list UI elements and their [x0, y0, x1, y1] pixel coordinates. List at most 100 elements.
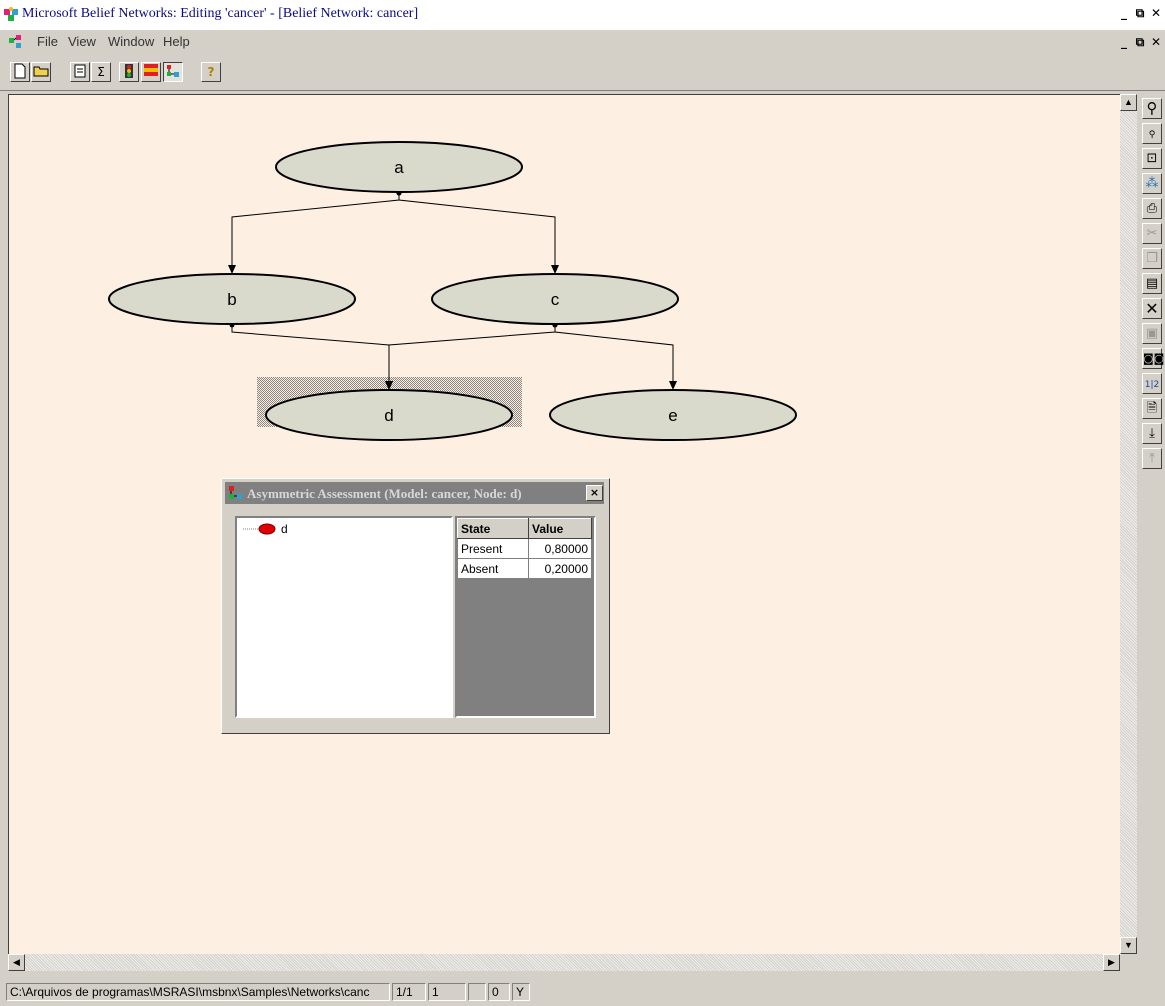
doc-close-button[interactable]: ✕ [1149, 35, 1163, 49]
network-view-icon [167, 65, 179, 77]
node-properties-button[interactable]: 🗎 [1142, 398, 1162, 419]
doc-minimize-button[interactable]: _ [1117, 35, 1131, 49]
tree-connector [243, 523, 276, 535]
find-button[interactable]: ◙◙ [1142, 348, 1165, 369]
zoom-fit-button[interactable]: ⊡ [1142, 148, 1162, 169]
doc-restore-button[interactable]: ⧉ [1133, 35, 1147, 49]
tree-item-d[interactable]: d [281, 522, 288, 536]
cut-button[interactable]: ✂ [1142, 223, 1162, 244]
value-cell[interactable]: 0,80000 [528, 538, 592, 559]
zoom-out-icon: ⚲ [1148, 130, 1156, 140]
scroll-right-button[interactable]: ▶ [1103, 954, 1120, 971]
close-button[interactable]: ✕ [1149, 6, 1163, 20]
state-cell: Present [457, 538, 529, 559]
node-b-label: b [227, 290, 236, 309]
scroll-left-button[interactable]: ◀ [8, 954, 25, 971]
copy-icon: ❐ [1146, 251, 1158, 266]
sigma-button[interactable]: Σ [91, 62, 111, 82]
node-c[interactable]: c [431, 273, 679, 325]
zoom-fit-icon: ⊡ [1146, 151, 1158, 166]
node-e-label: e [668, 406, 677, 425]
copy-button[interactable]: ❐ [1142, 248, 1162, 269]
open-button[interactable] [31, 62, 51, 82]
print-icon: ⎙ [1146, 201, 1158, 216]
state-cell: Absent [457, 558, 529, 579]
node-c-label: c [551, 290, 560, 309]
new-file-button[interactable] [10, 62, 30, 82]
status-field-3 [468, 983, 486, 1001]
dialog-title-bar[interactable]: Asymmetric Assessment (Model: cancer, No… [225, 482, 604, 504]
paste-icon: ▤ [1145, 276, 1159, 291]
node-tree[interactable]: d [235, 516, 453, 718]
node-d-icon [258, 523, 276, 535]
node-b[interactable]: b [108, 273, 356, 325]
table-row: Present 0,80000 [457, 538, 592, 559]
save-button[interactable]: ▣ [1142, 323, 1162, 344]
toolbar: Σ ? [0, 54, 1165, 91]
help-icon: ? [207, 65, 215, 79]
save-icon: ▣ [1145, 326, 1159, 341]
network-view-button[interactable] [163, 62, 183, 82]
arrow-down-bar-icon: ⤓ [1149, 426, 1155, 441]
edge-c-e[interactable] [552, 322, 678, 391]
network-canvas[interactable]: a b c d e Asymmetric Assessment (Model: canc… [8, 94, 1121, 955]
status-field-4: 0 [488, 983, 510, 1001]
dialog-close-button[interactable]: × [586, 485, 603, 501]
properties-button[interactable] [70, 62, 90, 82]
numbering-button[interactable]: 1|2 [1142, 373, 1162, 394]
minimize-button[interactable]: _ [1117, 6, 1131, 20]
paste-button[interactable]: ▤ [1142, 273, 1162, 294]
menu-help[interactable]: Help [163, 34, 190, 49]
zoom-in-button[interactable]: ⚲ [1142, 98, 1162, 119]
zoom-out-button[interactable]: ⚲ [1142, 123, 1162, 144]
menu-bar: File View Window Help _ ⧉ ✕ [0, 30, 1165, 54]
print-button[interactable]: ⎙ [1142, 198, 1162, 219]
document-icon[interactable] [8, 34, 26, 53]
title-bar: Microsoft Belief Networks: Editing 'canc… [0, 0, 1165, 30]
move-up-button[interactable]: ⤒ [1142, 448, 1162, 469]
delete-icon: ✕ [1145, 299, 1159, 318]
help-button[interactable]: ? [201, 62, 221, 82]
vertical-scrollbar[interactable]: ▲ ▼ [1120, 94, 1137, 954]
menu-window[interactable]: Window [108, 34, 154, 49]
network-icon [228, 485, 244, 504]
app-icon[interactable] [3, 6, 19, 25]
zoom-in-icon: ⚲ [1146, 99, 1158, 117]
status-page: 1/1 [392, 983, 426, 1001]
node-e[interactable]: e [549, 389, 797, 441]
hierarchy-button[interactable]: ⁂ [1142, 173, 1162, 194]
properties-icon [74, 64, 86, 78]
asymmetric-assessment-dialog: Asymmetric Assessment (Model: cancer, No… [221, 478, 610, 734]
value-cell[interactable]: 0,20000 [528, 558, 592, 579]
binoculars-icon: ◙◙ [1143, 352, 1165, 365]
status-field-5: Y [512, 983, 530, 1001]
window-title: Microsoft Belief Networks: Editing 'canc… [22, 6, 419, 21]
node-a[interactable]: a [275, 141, 523, 193]
delete-button[interactable]: ✕ [1142, 298, 1162, 319]
column-header-state[interactable]: State [457, 518, 529, 539]
edge-a-b[interactable] [228, 190, 402, 275]
status-field-2: 1 [428, 983, 466, 1001]
status-bar: C:\Arquivos de programas\MSRASI\msbnx\Sa… [0, 980, 1165, 1006]
cut-icon: ✂ [1146, 226, 1158, 241]
table-view-button[interactable] [141, 62, 161, 82]
edge-a-c[interactable] [396, 190, 560, 275]
horizontal-scrollbar[interactable]: ◀ ▶ [8, 954, 1120, 971]
open-folder-icon [33, 66, 49, 77]
dialog-title: Asymmetric Assessment (Model: cancer, No… [247, 486, 522, 501]
probability-grid: State Value Present 0,80000 Absent 0,200… [455, 516, 596, 718]
restore-button[interactable]: ⧉ [1133, 6, 1147, 20]
scroll-up-button[interactable]: ▲ [1120, 94, 1137, 111]
menu-file[interactable]: File [37, 34, 58, 49]
menu-view[interactable]: View [68, 34, 96, 49]
sigma-icon: Σ [97, 65, 105, 79]
status-path: C:\Arquivos de programas\MSRASI\msbnx\Sa… [6, 983, 390, 1001]
scroll-down-button[interactable]: ▼ [1120, 937, 1137, 954]
node-d[interactable]: d [265, 389, 513, 441]
properties-icon: 🗎 [1146, 401, 1158, 416]
move-down-button[interactable]: ⤓ [1142, 423, 1162, 444]
traffic-light-button[interactable] [119, 62, 139, 82]
side-toolbar: ⚲ ⚲ ⊡ ⁂ ⎙ ✂ ❐ ▤ ✕ ▣ ◙◙ 1|2 🗎 ⤓ ⤒ [1137, 94, 1165, 1004]
table-row: Absent 0,20000 [457, 558, 592, 579]
column-header-value[interactable]: Value [528, 518, 592, 539]
